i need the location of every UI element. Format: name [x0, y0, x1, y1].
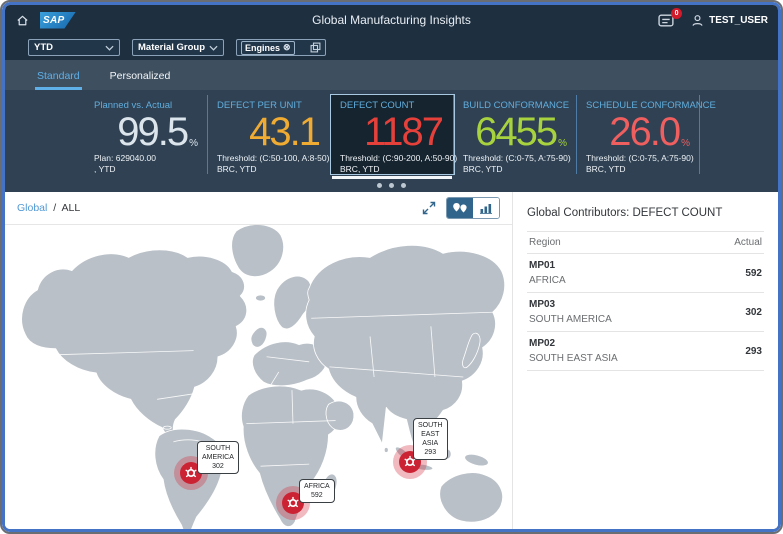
sap-logo: SAP: [40, 12, 76, 29]
kpi-subline1: Threshold: (C:0-75, A:75-90): [586, 153, 690, 164]
token-remove-icon[interactable]: ⊗: [283, 42, 291, 53]
contributor-code: MP02: [529, 338, 618, 349]
kpi-value: 99.5: [117, 114, 187, 150]
kpi-unit: %: [681, 137, 690, 150]
breadcrumb: Global / ALL: [17, 202, 80, 214]
page-title: Global Manufacturing Insights: [312, 13, 471, 27]
tab-personalized[interactable]: Personalized: [108, 64, 173, 90]
world-map-graphic: [5, 225, 512, 529]
map-pins-icon: [452, 202, 468, 214]
carousel-dot[interactable]: [389, 183, 394, 188]
contributor-code: MP03: [529, 299, 612, 310]
contributor-region: SOUTH AMERICA: [529, 314, 612, 325]
map-label-south-east-asia: SOUTH EAST ASIA 293: [413, 418, 448, 460]
bar-chart-icon: [479, 202, 493, 214]
map-label-south-america: SOUTH AMERICA 302: [197, 441, 239, 474]
map-label-africa: AFRICA 592: [299, 479, 335, 503]
world-map[interactable]: SOUTH AMERICA 302 AFRICA 592 SOUTH EAST …: [5, 225, 512, 529]
tab-standard[interactable]: Standard: [35, 64, 82, 90]
map-section: Global / ALL: [5, 192, 512, 529]
fullscreen-icon[interactable]: [422, 201, 436, 215]
kpi-value: 1187: [364, 114, 442, 150]
carousel-dot[interactable]: [377, 183, 382, 188]
kpi-tiles: Planned vs. Actual 99.5% Plan: 629040.00…: [5, 95, 778, 174]
kpi-subline1: Threshold: (C:0-75, A:75-90): [463, 153, 567, 164]
material-filter-input[interactable]: Engines ⊗: [236, 39, 326, 56]
shell-actions: 0 TEST_USER: [658, 13, 768, 28]
filter-bar: YTD Material Group Engines ⊗: [5, 35, 778, 60]
breadcrumb-global-link[interactable]: Global: [17, 202, 47, 214]
column-actual: Actual: [734, 237, 762, 248]
kpi-tile-build-conformance[interactable]: BUILD CONFORMANCE 6455% Threshold: (C:0-…: [454, 95, 577, 174]
group-by-select[interactable]: Material Group: [132, 39, 224, 56]
contributor-region: AFRICA: [529, 275, 566, 286]
contributor-actual: 302: [745, 307, 762, 318]
contributor-actual: 592: [745, 268, 762, 279]
view-switch: [446, 197, 500, 219]
kpi-subline2: , YTD: [94, 164, 198, 175]
kpi-value: 26.0: [609, 114, 679, 150]
contributor-row-mp03[interactable]: MP03 SOUTH AMERICA 302: [527, 293, 764, 332]
tile-carousel-dots: [5, 183, 778, 188]
chevron-down-icon: [105, 45, 114, 51]
group-by-select-value: Material Group: [138, 42, 205, 53]
kpi-subline2: BRC, YTD: [217, 164, 321, 175]
shell-header: SAP Global Manufacturing Insights 0 TEST…: [5, 5, 778, 35]
chart-view-button[interactable]: [473, 198, 499, 218]
kpi-unit: %: [189, 137, 198, 150]
filter-token: Engines ⊗: [241, 41, 295, 55]
kpi-unit: %: [558, 137, 567, 150]
kpi-subline1: Plan: 629040.00: [94, 153, 198, 164]
main-content: Global / ALL: [5, 192, 778, 529]
contributor-row-mp02[interactable]: MP02 SOUTH EAST ASIA 293: [527, 332, 764, 371]
contributors-title: Global Contributors: DEFECT COUNT: [527, 207, 764, 219]
map-toolbar: Global / ALL: [5, 192, 512, 225]
app-window: SAP Global Manufacturing Insights 0 TEST…: [0, 0, 783, 534]
notification-badge: 0: [671, 8, 682, 19]
filter-token-label: Engines: [245, 43, 280, 53]
home-icon[interactable]: [15, 13, 30, 28]
kpi-value: 43.1: [249, 114, 319, 150]
column-region: Region: [529, 237, 561, 248]
kpi-subline2: BRC, YTD: [586, 164, 690, 175]
kpi-subline2: BRC, YTD: [340, 164, 444, 175]
carousel-dot[interactable]: [401, 183, 406, 188]
kpi-subline1: Threshold: (C:50-100, A:8-50): [217, 153, 321, 164]
contributor-region: SOUTH EAST ASIA: [529, 353, 618, 364]
map-toolbar-actions: [422, 197, 500, 219]
kpi-tile-defect-count[interactable]: DEFECT COUNT 1187 Threshold: (C:90-200, …: [331, 95, 454, 174]
kpi-value: 6455: [475, 114, 556, 150]
map-view-button[interactable]: [447, 198, 473, 218]
contributors-panel: Global Contributors: DEFECT COUNT Region…: [512, 192, 778, 529]
period-select-value: YTD: [34, 42, 53, 53]
breadcrumb-current: ALL: [62, 202, 81, 214]
kpi-subline1: Threshold: (C:90-200, A:50-90): [340, 153, 444, 164]
contributor-row-mp01[interactable]: MP01 AFRICA 592: [527, 254, 764, 293]
notifications-button[interactable]: 0: [658, 13, 675, 28]
kpi-tile-defect-per-unit[interactable]: DEFECT PER UNIT 43.1 Threshold: (C:50-10…: [208, 95, 331, 174]
period-select[interactable]: YTD: [28, 39, 120, 56]
view-tabs: Standard Personalized: [5, 60, 778, 90]
person-icon: [691, 14, 704, 27]
app-frame: SAP Global Manufacturing Insights 0 TEST…: [2, 2, 781, 532]
breadcrumb-separator: /: [53, 202, 56, 214]
contributor-code: MP01: [529, 260, 566, 271]
kpi-tile-schedule-conformance[interactable]: SCHEDULE CONFORMANCE 26.0% Threshold: (C…: [577, 95, 700, 174]
user-menu[interactable]: TEST_USER: [691, 14, 768, 27]
kpi-tile-planned-vs-actual[interactable]: Planned vs. Actual 99.5% Plan: 629040.00…: [85, 95, 208, 174]
kpi-subline2: BRC, YTD: [463, 164, 567, 175]
kpi-band: Planned vs. Actual 99.5% Plan: 629040.00…: [5, 90, 778, 192]
chevron-down-icon: [209, 45, 218, 51]
contributor-actual: 293: [745, 346, 762, 357]
sap-logo-text: SAP: [40, 15, 64, 26]
contributors-table-header: Region Actual: [527, 231, 764, 254]
value-help-icon[interactable]: [310, 42, 321, 53]
user-name: TEST_USER: [709, 15, 768, 26]
